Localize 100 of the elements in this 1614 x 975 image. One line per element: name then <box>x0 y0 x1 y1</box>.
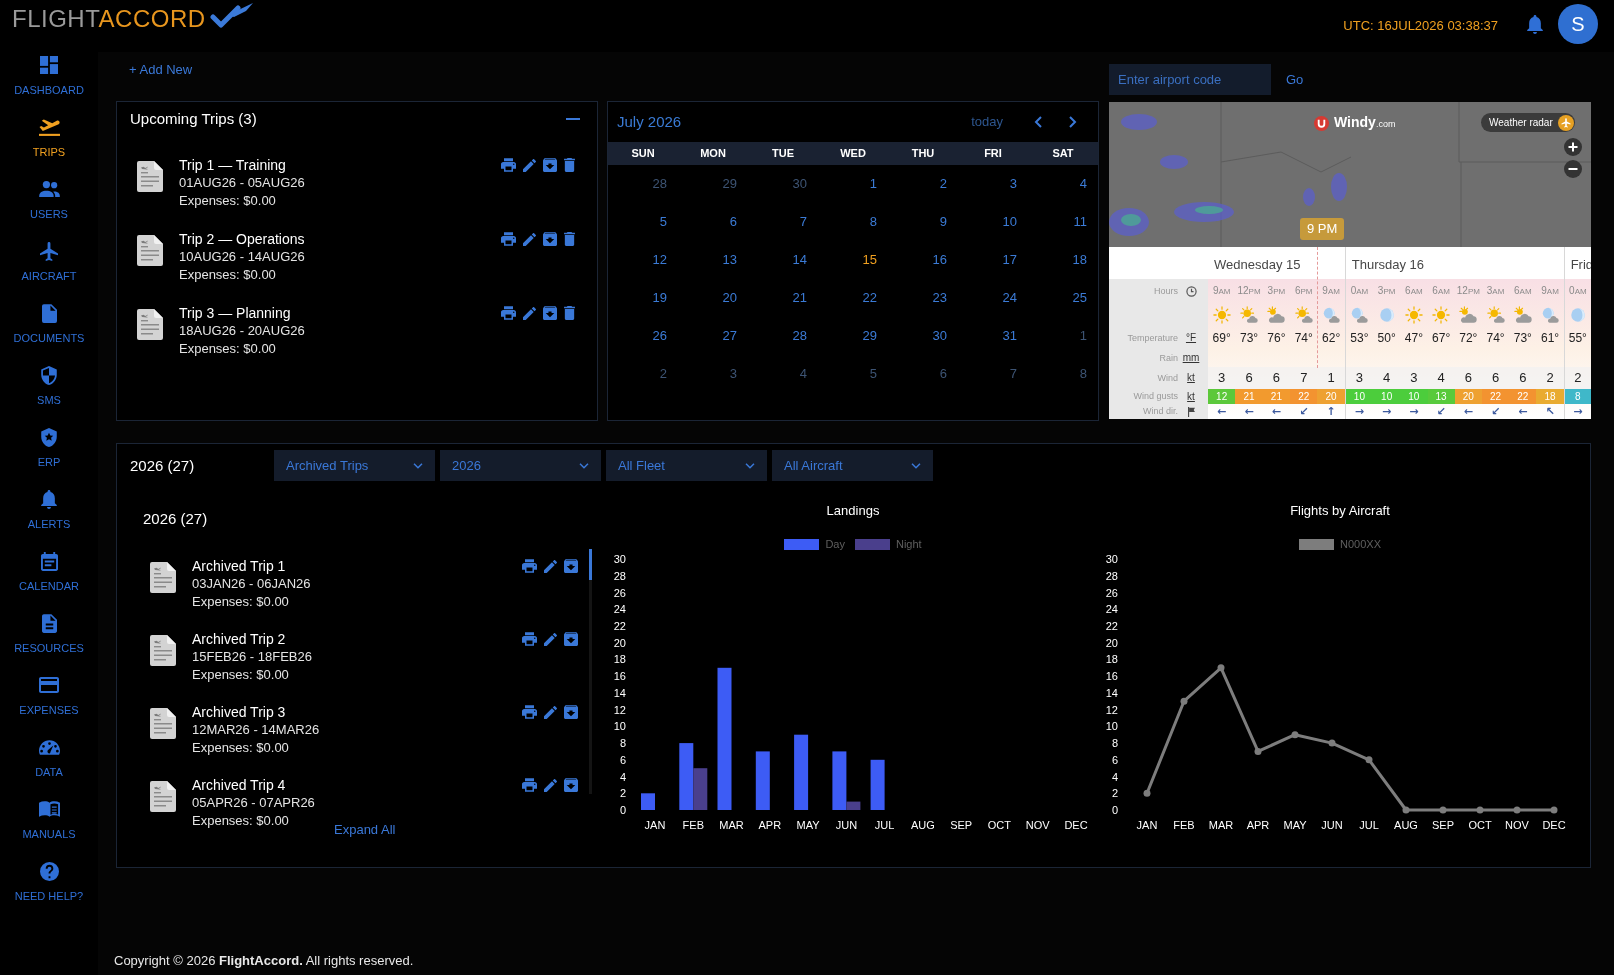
sidebar-item[interactable]: AIRCRAFT <box>0 238 98 300</box>
calendar-day[interactable]: 15 <box>862 252 877 268</box>
pencil-icon[interactable] <box>523 158 536 172</box>
calendar-day[interactable]: 28 <box>652 176 667 192</box>
calendar-day[interactable]: 5 <box>659 214 667 230</box>
filter-dropdown[interactable]: All Aircraft <box>772 450 933 481</box>
trip-title[interactable]: Trip 1 — Training <box>179 156 286 174</box>
calendar-day[interactable]: 30 <box>932 328 947 344</box>
calendar-day[interactable]: 19 <box>652 290 667 306</box>
printer-icon[interactable] <box>522 705 537 719</box>
sidebar-item[interactable]: RESOURCES <box>0 610 98 672</box>
calendar-day[interactable]: 14 <box>792 252 807 268</box>
expand-all-link[interactable]: Expand All <box>334 822 396 838</box>
calendar-day[interactable]: 29 <box>862 328 877 344</box>
printer-icon[interactable] <box>522 778 537 792</box>
printer-icon[interactable] <box>501 158 516 172</box>
calendar-day[interactable]: 29 <box>722 176 737 192</box>
archive-box-icon[interactable] <box>564 705 578 719</box>
calendar-day[interactable]: 10 <box>1002 214 1017 230</box>
calendar-day[interactable]: 20 <box>722 290 737 306</box>
calendar-day[interactable]: 3 <box>729 366 737 382</box>
calendar-day[interactable]: 3 <box>1009 176 1017 192</box>
calendar-day[interactable]: 7 <box>799 214 807 230</box>
printer-icon[interactable] <box>501 306 516 320</box>
pencil-icon[interactable] <box>523 232 536 246</box>
trash-icon[interactable] <box>564 306 575 320</box>
pencil-icon[interactable] <box>544 632 557 646</box>
calendar-day[interactable]: 2 <box>659 366 667 382</box>
calendar-day[interactable]: 12 <box>652 252 667 268</box>
today-button[interactable]: today <box>971 114 1003 130</box>
calendar-day[interactable]: 4 <box>1079 176 1087 192</box>
calendar-day[interactable]: 6 <box>729 214 737 230</box>
pencil-icon[interactable] <box>523 306 536 320</box>
archive-box-icon[interactable] <box>564 632 578 646</box>
calendar-day[interactable]: 8 <box>1079 366 1087 382</box>
zoom-in-icon[interactable] <box>1564 138 1582 156</box>
trash-icon[interactable] <box>564 158 575 172</box>
sidebar-item[interactable]: USERS <box>0 176 98 238</box>
pencil-icon[interactable] <box>544 559 557 573</box>
calendar-day[interactable]: 9 <box>939 214 947 230</box>
archive-box-icon[interactable] <box>543 158 557 172</box>
chevron-left-icon[interactable] <box>1034 116 1042 128</box>
trip-title[interactable]: Trip 3 — Planning <box>179 304 291 322</box>
calendar-day[interactable]: 11 <box>1073 214 1087 230</box>
calendar-day[interactable]: 25 <box>1072 290 1087 306</box>
sidebar-item[interactable]: CALENDAR <box>0 548 98 610</box>
sidebar-item[interactable]: DOCUMENTS <box>0 300 98 362</box>
filter-dropdown[interactable]: All Fleet <box>606 450 767 481</box>
calendar-day[interactable]: 28 <box>792 328 807 344</box>
chevron-right-icon[interactable] <box>1069 116 1077 128</box>
archive-box-icon[interactable] <box>564 559 578 573</box>
zoom-out-icon[interactable] <box>1564 160 1582 178</box>
calendar-day[interactable]: 21 <box>792 290 807 306</box>
calendar-day[interactable]: 7 <box>1009 366 1017 382</box>
sidebar-item[interactable]: ALERTS <box>0 486 98 548</box>
calendar-day[interactable]: 24 <box>1002 290 1017 306</box>
sidebar-item[interactable]: ERP <box>0 424 98 486</box>
calendar-day[interactable]: 30 <box>792 176 807 192</box>
calendar-day[interactable]: 8 <box>869 214 877 230</box>
sidebar-item[interactable]: SMS <box>0 362 98 424</box>
calendar-day[interactable]: 2 <box>939 176 947 192</box>
sidebar-item[interactable]: NEED HELP? <box>0 858 98 920</box>
sidebar-item[interactable]: TRIPS <box>0 114 98 176</box>
sidebar-item[interactable]: DATA <box>0 734 98 796</box>
calendar-day[interactable]: 17 <box>1002 252 1017 268</box>
archive-box-icon[interactable] <box>564 778 578 792</box>
sidebar-item[interactable]: MANUALS <box>0 796 98 858</box>
unit-label[interactable]: kt <box>1187 372 1195 384</box>
pencil-icon[interactable] <box>544 705 557 719</box>
calendar-day[interactable]: 1 <box>1079 328 1087 344</box>
sidebar-item[interactable]: EXPENSES <box>0 672 98 734</box>
calendar-day[interactable]: 6 <box>939 366 947 382</box>
trip-title[interactable]: Archived Trip 1 <box>192 557 286 575</box>
airport-code-input[interactable]: Enter airport code <box>1109 64 1271 95</box>
calendar-day[interactable]: 1 <box>869 176 877 192</box>
sidebar-item[interactable]: DASHBOARD <box>0 52 98 114</box>
trip-title[interactable]: Trip 2 — Operations <box>179 230 305 248</box>
pencil-icon[interactable] <box>544 778 557 792</box>
go-button[interactable]: Go <box>1277 64 1313 95</box>
weather-radar-button[interactable]: Weather radar <box>1481 113 1575 132</box>
unit-label[interactable]: mm <box>1182 352 1200 364</box>
filter-dropdown[interactable]: Archived Trips <box>274 450 435 481</box>
calendar-day[interactable]: 31 <box>1002 328 1017 344</box>
calendar-day[interactable]: 22 <box>862 290 877 306</box>
calendar-day[interactable]: 23 <box>932 290 947 306</box>
trip-title[interactable]: Archived Trip 2 <box>192 630 286 648</box>
trash-icon[interactable] <box>564 232 575 246</box>
unit-label[interactable]: kt <box>1187 390 1195 403</box>
trip-title[interactable]: Archived Trip 4 <box>192 776 286 794</box>
bell-icon[interactable] <box>1527 15 1543 34</box>
add-new-link[interactable]: + Add New <box>129 62 193 78</box>
archive-box-icon[interactable] <box>543 232 557 246</box>
printer-icon[interactable] <box>522 559 537 573</box>
trip-title[interactable]: Archived Trip 3 <box>192 703 286 721</box>
calendar-day[interactable]: 13 <box>722 252 737 268</box>
calendar-day[interactable]: 26 <box>652 328 667 344</box>
calendar-day[interactable]: 27 <box>722 328 737 344</box>
archive-box-icon[interactable] <box>543 306 557 320</box>
calendar-day[interactable]: 16 <box>932 252 947 268</box>
avatar-button[interactable]: S <box>1558 4 1598 44</box>
